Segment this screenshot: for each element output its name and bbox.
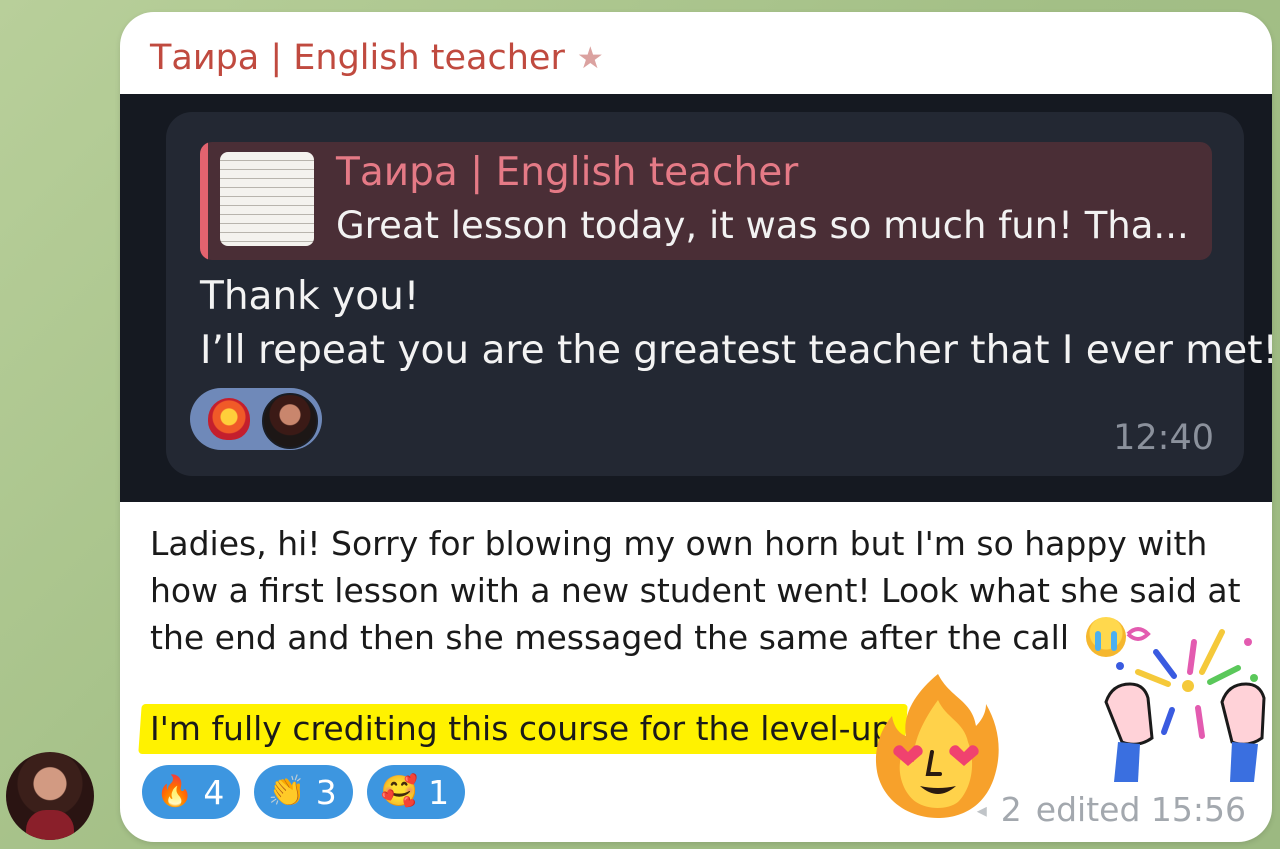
reaction-hearts[interactable]: 🥰 1	[366, 765, 466, 819]
message-line-3: the end and then she messaged the same a…	[150, 614, 1241, 661]
reply-accent-bar	[200, 142, 208, 260]
reaction-fire[interactable]: 🔥 4	[142, 765, 241, 819]
screenshot-reply-quote: Таира | English teacher Great lesson tod…	[200, 142, 1212, 260]
sender-avatar[interactable]	[6, 752, 94, 840]
screenshot-timestamp: 12:40	[1113, 418, 1214, 458]
screenshot-message-text: Thank you! I’ll repeat you are the great…	[200, 270, 1272, 378]
screenshot-line-2: I’ll repeat you are the greatest teacher…	[200, 328, 1272, 373]
reaction-count: 1	[428, 772, 450, 812]
sender-header[interactable]: Таиpa | English teacher ★	[150, 38, 604, 78]
embedded-screenshot[interactable]: Таира | English teacher Great lesson tod…	[120, 94, 1272, 502]
document-thumbnail-icon	[220, 152, 314, 246]
star-icon: ★	[576, 40, 604, 76]
message-line-2: how a first lesson with a new student we…	[150, 571, 1241, 610]
sender-name[interactable]: Таиpa | English teacher	[150, 38, 565, 78]
screenshot-reaction-pill	[190, 388, 322, 450]
reaction-count: 4	[203, 772, 225, 812]
screenshot-message-bubble: Таира | English teacher Great lesson tod…	[166, 112, 1272, 476]
reaction-count: 3	[315, 772, 337, 812]
message-line-1: Ladies, hi! Sorry for blowing my own hor…	[150, 524, 1208, 563]
fire-icon: 🔥	[156, 774, 194, 809]
clapping-hands-icon: 👏	[268, 774, 306, 809]
reply-sender-name: Таира | English teacher	[336, 150, 799, 195]
edited-timestamp: edited 15:56	[1035, 790, 1246, 829]
smiling-face-with-hearts-icon: 🥰	[380, 774, 419, 809]
message-meta: ◂ 2 edited 15:56	[977, 790, 1246, 829]
highlighted-text: I'm fully crediting this course for the …	[138, 704, 909, 754]
screenshot-line-1: Thank you!	[200, 274, 420, 319]
highlighted-text-content: I'm fully crediting this course for the …	[150, 709, 893, 748]
celebration-hands-sticker-icon	[1104, 627, 1266, 782]
fire-heart-icon	[208, 398, 250, 440]
reaction-clap[interactable]: 👏 3	[254, 765, 353, 819]
fire-face-sticker-icon	[875, 674, 999, 818]
reaction-bar: 🔥 4 👏 3 🥰 1	[142, 765, 466, 819]
message-line-3-text: the end and then she messaged the same a…	[150, 618, 1069, 657]
reactor-avatar	[262, 393, 318, 449]
message-text: Ladies, hi! Sorry for blowing my own hor…	[150, 520, 1241, 661]
reply-preview-text: Great lesson today, it was so much fun! …	[336, 204, 1189, 247]
